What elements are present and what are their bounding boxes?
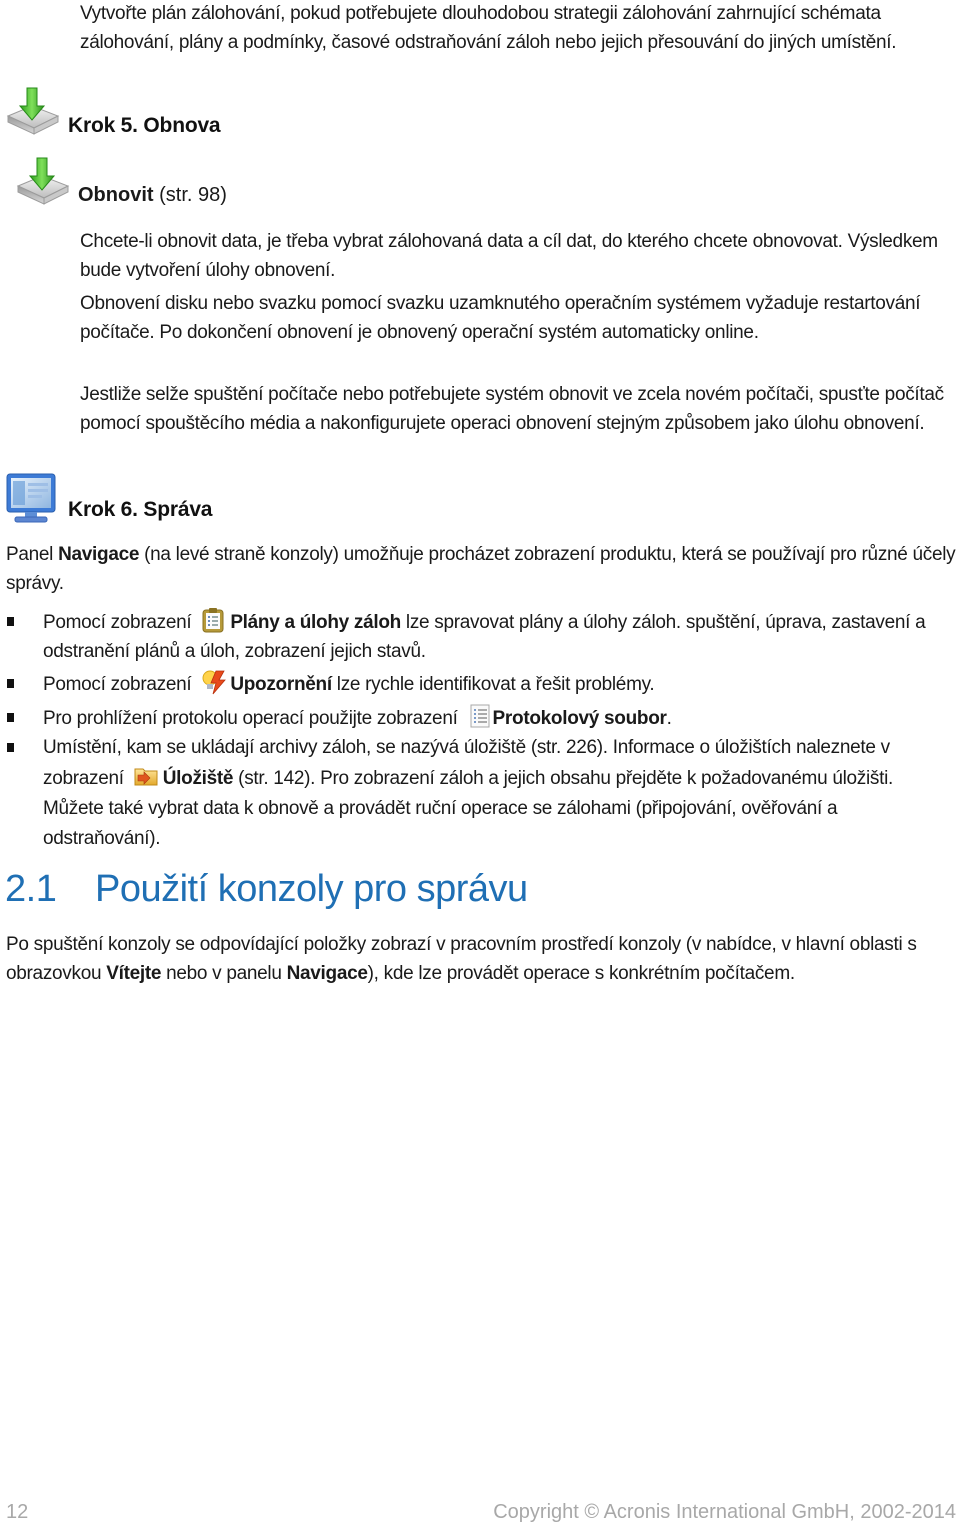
panel-text-pre: Panel xyxy=(6,544,59,565)
bullet-marker xyxy=(7,617,14,626)
bullet-item-alerts: Pomocí zobrazení Upozornění lze rychle i… xyxy=(0,669,943,700)
panel-text-post: (na levé straně konzoly) umožňuje prochá… xyxy=(6,544,956,594)
recover-disk-icon xyxy=(16,157,70,205)
copyright-notice: Copyright © Acronis International GmbH, … xyxy=(493,1501,956,1523)
navigation-panel-paragraph: Panel Navigace (na levé straně konzoly) … xyxy=(6,541,956,598)
plans-and-tasks-link[interactable]: Plány a úlohy záloh xyxy=(230,612,401,633)
bullet-text-post: . xyxy=(666,707,672,729)
log-file-link[interactable]: Protokolový soubor xyxy=(493,708,667,729)
bullet-text-pre: Pomocí zobrazení xyxy=(43,674,197,695)
bullet-marker xyxy=(7,743,14,752)
section-text-2: nebo v panelu xyxy=(161,962,287,984)
views-bullet-list: Pomocí zobrazení Plány a úlohy záloh lze… xyxy=(0,607,960,854)
bullet-item-log: Pro prohlížení protokolu operací použijt… xyxy=(0,703,943,734)
bullet-text-pre: Pomocí zobrazení xyxy=(43,612,197,633)
bullet-marker xyxy=(7,679,14,688)
bullet-item-vaults: Umístění, kam se ukládají archivy záloh,… xyxy=(0,733,943,854)
navigation-term: Navigace xyxy=(286,962,368,984)
restore-paragraph-2: Obnovení disku nebo svazku pomocí svazku… xyxy=(80,293,921,343)
restore-paragraph-1: Chcete-li obnovit data, je třeba vybrat … xyxy=(80,231,938,281)
section-paragraph: Po spuštění konzoly se odpovídající polo… xyxy=(6,931,946,988)
alerts-link[interactable]: Upozornění xyxy=(230,674,332,695)
intro-paragraph: Vytvořte plán zálohování, pokud potřebuj… xyxy=(80,3,897,53)
obnovit-link[interactable]: Obnovit (str. 98) xyxy=(78,184,227,207)
section-heading: 2.1 Použití konzoly pro správu xyxy=(5,868,528,911)
alert-lightning-icon xyxy=(202,670,227,695)
welcome-term: Vítejte xyxy=(106,962,162,984)
bullet-marker xyxy=(7,712,14,722)
section-title-text: Použití konzoly pro správu xyxy=(95,868,528,910)
clipboard-plans-icon xyxy=(202,608,224,633)
monitor-console-icon xyxy=(6,473,56,523)
obnovit-link-label[interactable]: Obnovit xyxy=(78,184,154,206)
step-6-heading: Krok 6. Správa xyxy=(68,498,213,521)
log-document-icon xyxy=(470,704,490,727)
section-number: 2.1 xyxy=(5,868,57,910)
recover-disk-icon xyxy=(6,87,60,135)
section-text-3: ), kde lze provádět operace s konkrétním… xyxy=(367,962,796,984)
obnovit-page-ref: (str. 98) xyxy=(159,184,227,206)
vault-folder-icon xyxy=(134,768,158,786)
vaults-link[interactable]: Úložiště xyxy=(163,768,234,789)
restore-paragraph-3: Jestliže selže spuštění počítače nebo po… xyxy=(80,384,944,434)
bullet-text-post: lze rychle identifikovat a řešit problém… xyxy=(331,674,655,695)
navigation-term: Navigace xyxy=(58,544,140,565)
bullet-text-pre: Pro prohlížení protokolu operací použijt… xyxy=(43,707,463,729)
bullet-item-plans: Pomocí zobrazení Plány a úlohy záloh lze… xyxy=(0,607,943,666)
page-number: 12 xyxy=(6,1501,29,1523)
step-5-heading: Krok 5. Obnova xyxy=(68,114,221,137)
